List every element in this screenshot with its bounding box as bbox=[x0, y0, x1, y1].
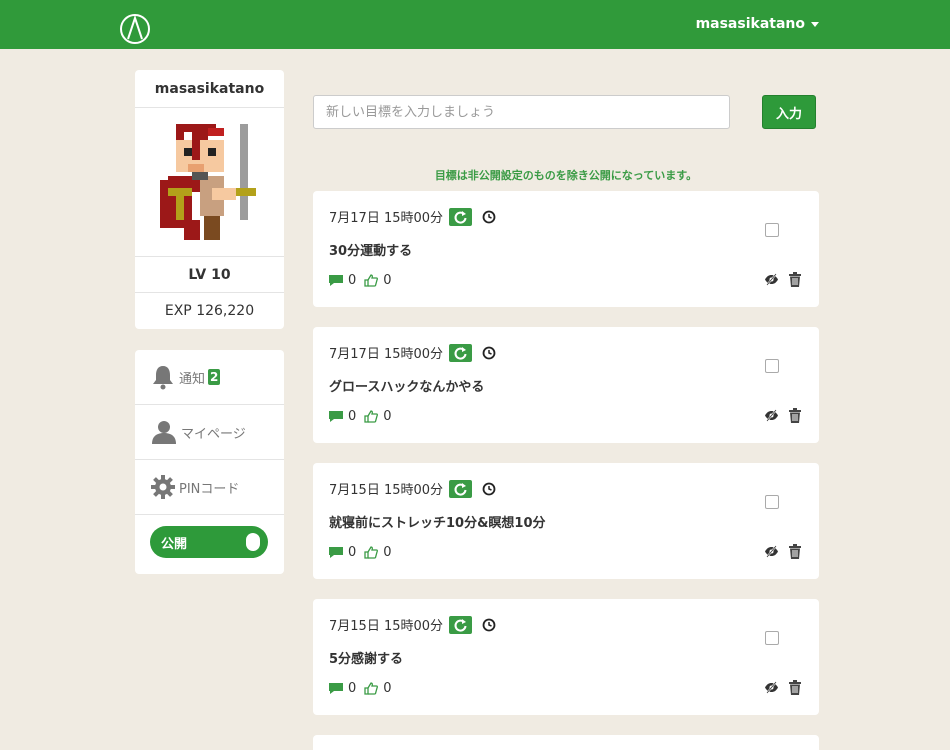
clock-icon[interactable] bbox=[482, 618, 496, 632]
exp-label: EXP 126,220 bbox=[164, 303, 255, 319]
trash-icon[interactable] bbox=[789, 680, 801, 695]
comment-icon[interactable] bbox=[329, 274, 343, 287]
like-count: 0 bbox=[383, 409, 392, 424]
user-menu-dropdown[interactable]: masasikatano bbox=[696, 16, 819, 32]
trash-icon[interactable] bbox=[789, 544, 801, 559]
submit-goal-button[interactable]: 入力 bbox=[762, 95, 816, 129]
profile-card: masasikatano LV 10 EXP 126,220 bbox=[135, 70, 284, 329]
goal-input[interactable] bbox=[313, 95, 730, 129]
goal-complete-checkbox[interactable] bbox=[765, 359, 779, 373]
like-count: 0 bbox=[383, 681, 392, 696]
goal-datetime-row: 7月15日 15時00分 bbox=[329, 479, 496, 498]
goal-title[interactable]: 5分感謝する bbox=[329, 648, 403, 667]
public-toggle-label: 公開 bbox=[161, 537, 188, 552]
goal-complete-checkbox[interactable] bbox=[765, 631, 779, 645]
goal-reactions: 0 0 bbox=[329, 545, 400, 560]
like-count: 0 bbox=[383, 273, 392, 288]
clock-icon[interactable] bbox=[482, 210, 496, 224]
avatar bbox=[160, 124, 256, 240]
caret-down-icon bbox=[811, 21, 819, 27]
public-toggle[interactable]: 公開 bbox=[150, 526, 268, 558]
thumbs-up-icon[interactable] bbox=[364, 546, 379, 559]
goal-complete-checkbox[interactable] bbox=[765, 223, 779, 237]
goal-card: 7月15日 15時00分 就寝前にストレッチ10分&瞑想10分 0 0 bbox=[313, 463, 819, 579]
goal-complete-checkbox[interactable] bbox=[765, 495, 779, 509]
thumbs-up-icon[interactable] bbox=[364, 274, 379, 287]
clock-icon[interactable] bbox=[482, 482, 496, 496]
menu-mypage-label: マイページ bbox=[181, 426, 246, 442]
thumbs-up-icon[interactable] bbox=[364, 410, 379, 423]
goal-reactions: 0 0 bbox=[329, 409, 400, 424]
goal-datetime-row: 7月15日 15時00分 bbox=[329, 615, 496, 634]
comment-count: 0 bbox=[348, 273, 357, 288]
goal-datetime-row: 7月17日 15時00分 bbox=[329, 343, 496, 362]
goal-card-partial bbox=[313, 735, 819, 750]
goal-reactions: 0 0 bbox=[329, 681, 400, 696]
hide-icon[interactable] bbox=[764, 273, 779, 286]
goal-datetime: 7月15日 15時00分 bbox=[329, 619, 444, 634]
user-icon bbox=[152, 421, 176, 444]
level-label: LV 10 bbox=[135, 256, 284, 293]
repeat-icon[interactable] bbox=[449, 479, 473, 498]
hide-icon[interactable] bbox=[764, 545, 779, 558]
notification-count-badge: 2 bbox=[208, 369, 221, 385]
goal-card: 7月17日 15時00分 グロースハックなんかやる 0 0 bbox=[313, 327, 819, 443]
repeat-icon[interactable] bbox=[449, 343, 473, 362]
goal-datetime-row: 7月17日 15時00分 bbox=[329, 207, 496, 226]
repeat-icon[interactable] bbox=[449, 207, 473, 226]
comment-icon[interactable] bbox=[329, 546, 343, 559]
trash-icon[interactable] bbox=[789, 408, 801, 423]
goal-title[interactable]: グロースハックなんかやる bbox=[329, 376, 484, 395]
comment-count: 0 bbox=[348, 409, 357, 424]
comment-icon[interactable] bbox=[329, 410, 343, 423]
hide-icon[interactable] bbox=[764, 681, 779, 694]
menu-item-mypage[interactable]: マイページ bbox=[135, 405, 284, 460]
goal-reactions: 0 0 bbox=[329, 273, 400, 288]
goal-card: 7月17日 15時00分 30分運動する 0 0 bbox=[313, 191, 819, 307]
hide-icon[interactable] bbox=[764, 409, 779, 422]
trash-icon[interactable] bbox=[789, 272, 801, 287]
menu-item-notifications[interactable]: 通知 2 bbox=[135, 350, 284, 405]
bell-icon bbox=[153, 366, 173, 390]
clock-icon[interactable] bbox=[482, 346, 496, 360]
goal-card: 7月15日 15時00分 5分感謝する 0 0 bbox=[313, 599, 819, 715]
comment-count: 0 bbox=[348, 681, 357, 696]
goal-title[interactable]: 就寝前にストレッチ10分&瞑想10分 bbox=[329, 512, 546, 531]
comment-count: 0 bbox=[348, 545, 357, 560]
goal-datetime: 7月17日 15時00分 bbox=[329, 211, 444, 226]
repeat-icon[interactable] bbox=[449, 615, 473, 634]
menu-notifications-label: 通知 bbox=[179, 371, 206, 387]
navbar-username: masasikatano bbox=[695, 16, 805, 32]
like-count: 0 bbox=[383, 545, 392, 560]
menu-item-pin[interactable]: PINコード bbox=[135, 460, 284, 515]
thumbs-up-icon[interactable] bbox=[364, 682, 379, 695]
side-menu: 通知 2 マイページ PINコード 公開 bbox=[135, 350, 284, 574]
toggle-knob bbox=[246, 533, 260, 551]
goal-datetime: 7月17日 15時00分 bbox=[329, 347, 444, 362]
profile-name: masasikatano bbox=[135, 70, 284, 108]
comment-icon[interactable] bbox=[329, 682, 343, 695]
visibility-notice: 目標は非公開設定のものを除き公開になっています。 bbox=[434, 169, 698, 182]
gear-icon bbox=[151, 475, 175, 499]
menu-pin-label: PINコード bbox=[179, 481, 240, 497]
goal-title[interactable]: 30分運動する bbox=[329, 240, 412, 259]
navbar: masasikatano bbox=[0, 0, 950, 49]
logo-icon[interactable] bbox=[119, 13, 151, 45]
goal-datetime: 7月15日 15時00分 bbox=[329, 483, 444, 498]
